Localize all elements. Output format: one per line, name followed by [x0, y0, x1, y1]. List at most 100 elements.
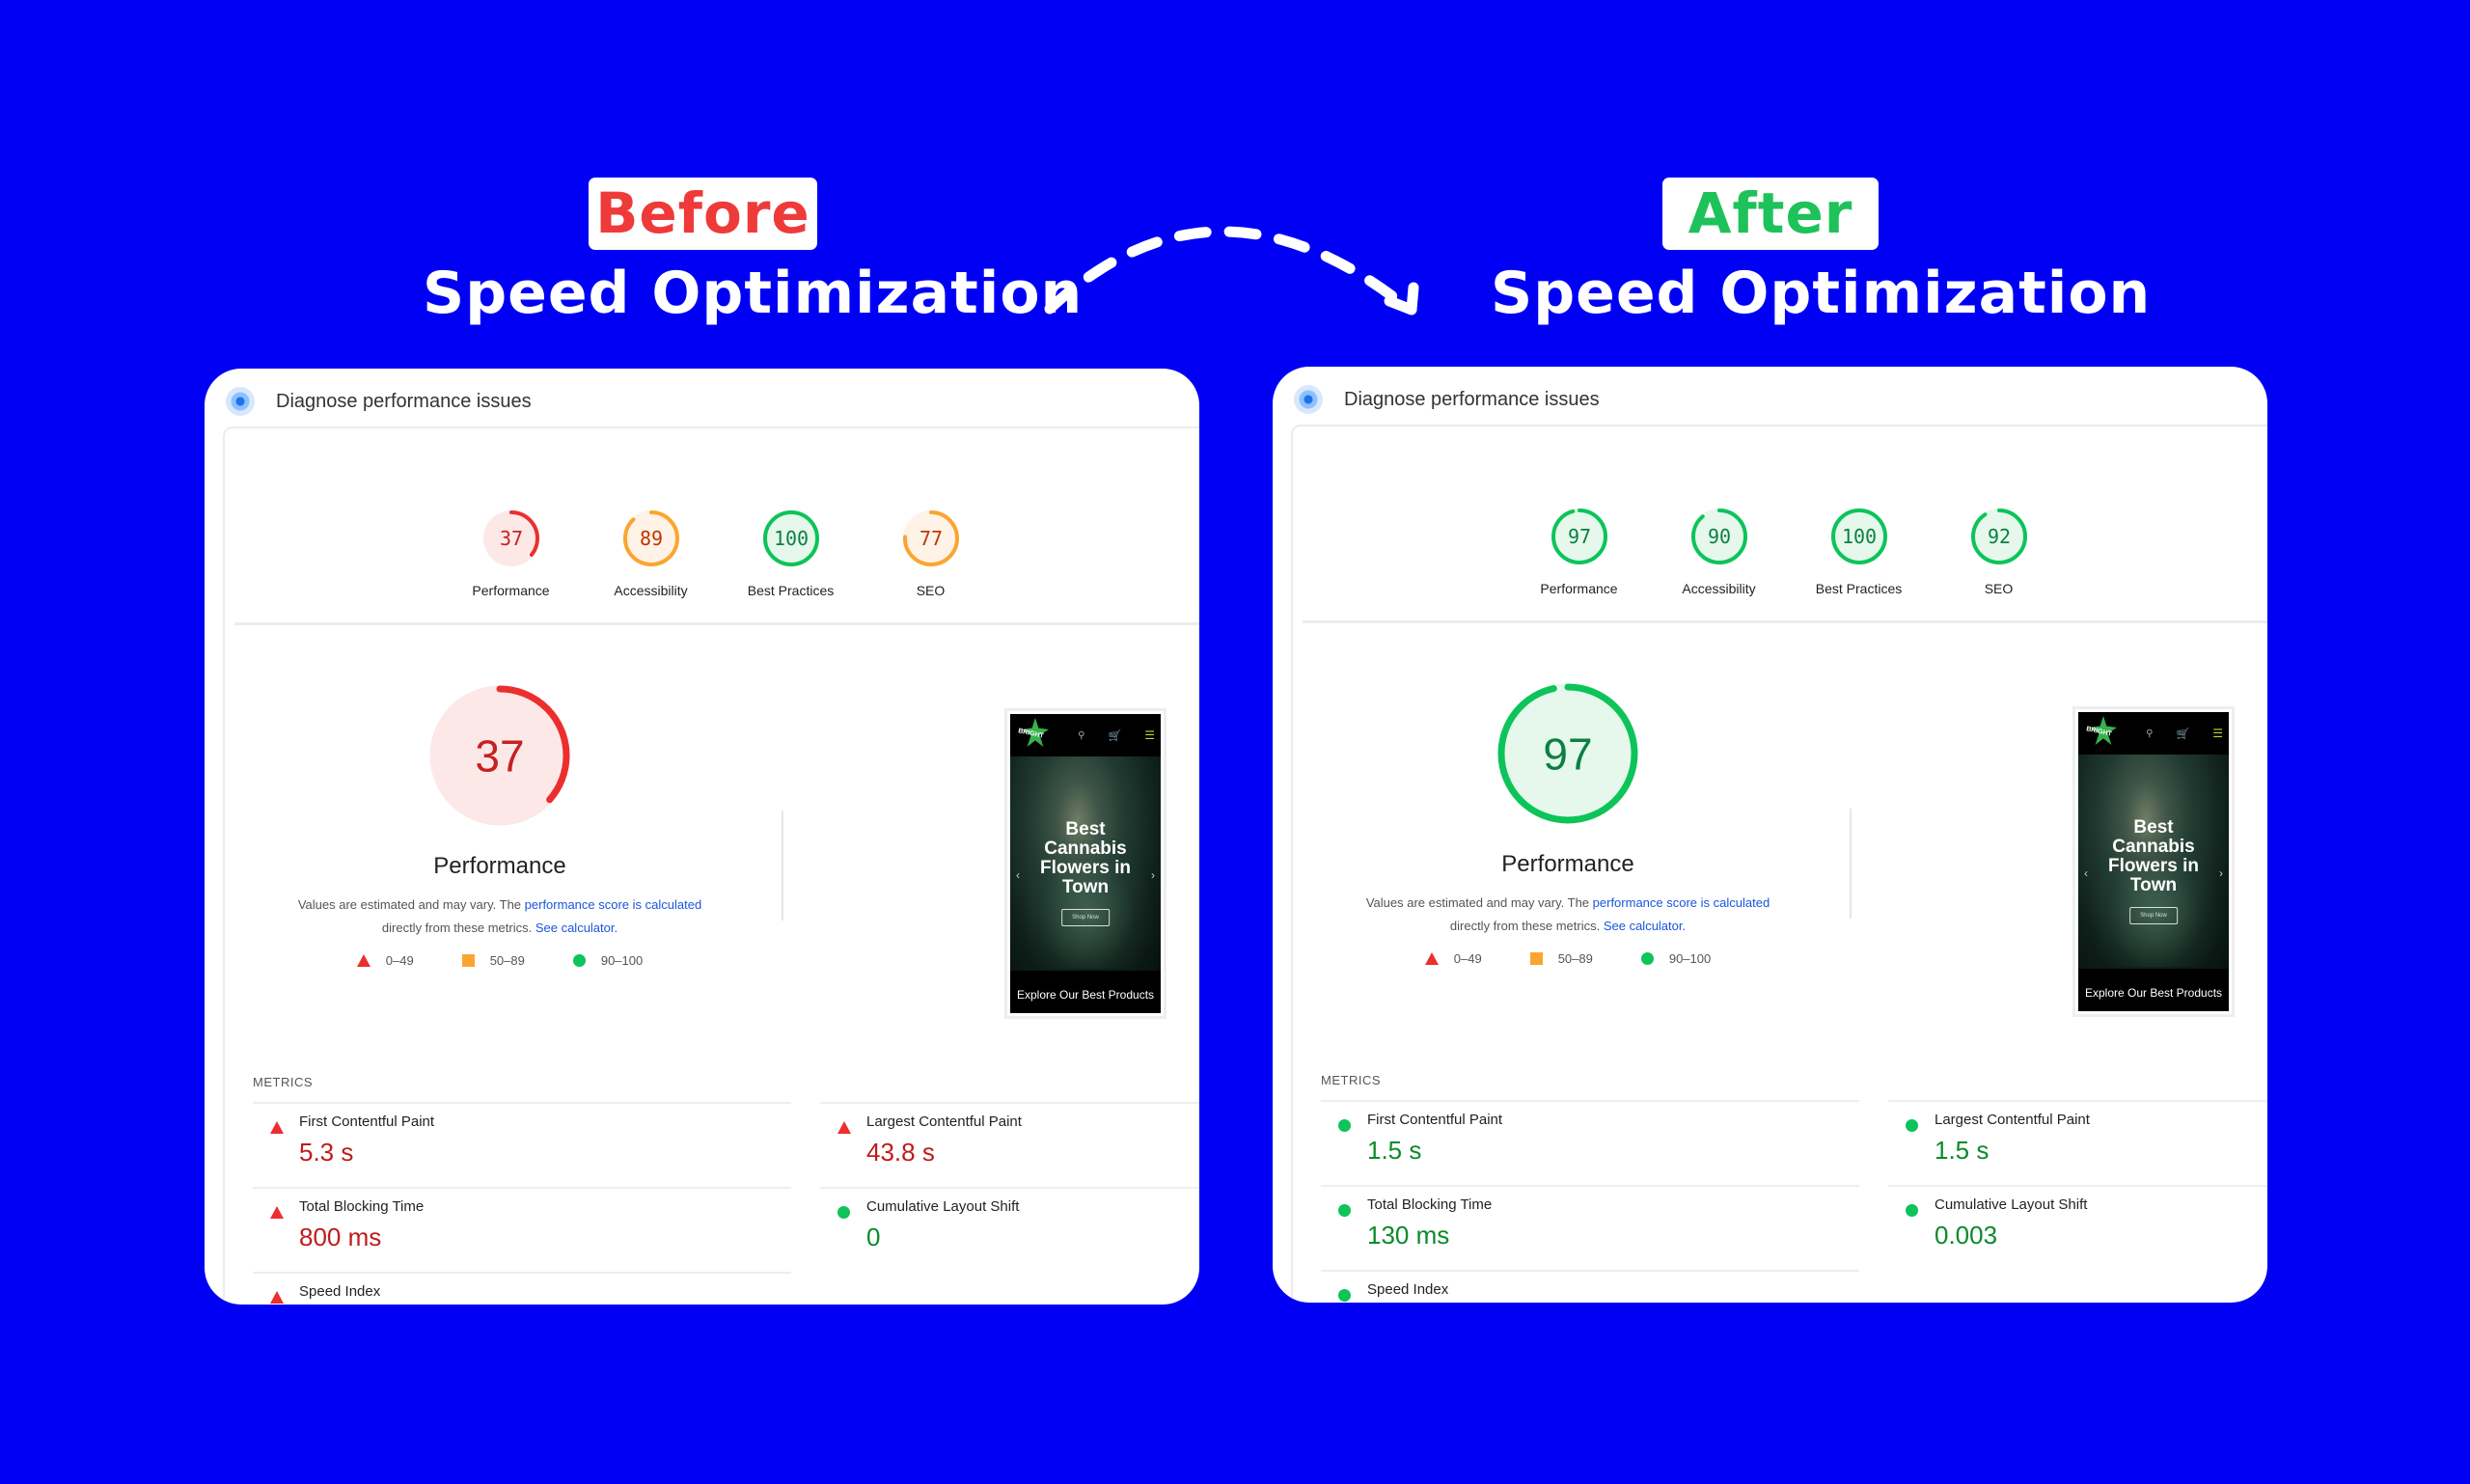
- category-label: Best Practices: [1815, 581, 1903, 596]
- metric-row: Speed Index19.8 s: [253, 1272, 791, 1305]
- hero-banner: Best Cannabis Flowers in Town ‹ › Shop N…: [2078, 755, 2229, 969]
- triangle-icon: [837, 1121, 851, 1134]
- cart-icon: 🛒: [2176, 728, 2190, 740]
- hero-line: Best: [1065, 819, 1106, 839]
- hero-banner: Best Cannabis Flowers in Town ‹ › Shop N…: [1010, 756, 1161, 971]
- category-label: Performance: [1540, 581, 1618, 596]
- triangle-icon: [1424, 952, 1439, 965]
- circle-icon: [1640, 952, 1654, 965]
- page-screenshot[interactable]: BRIGHT ⚲ 🛒 ☰ Best Cannabis Flowers in To…: [2072, 706, 2235, 1017]
- gauge-score: 90: [1707, 525, 1730, 548]
- metric-row: Largest Contentful Paint 1.5 s: [1888, 1100, 2267, 1185]
- square-icon: [461, 954, 475, 967]
- metric-name: Speed Index: [1367, 1281, 1449, 1298]
- hero-line: Best: [2133, 817, 2174, 838]
- metric-row: Cumulative Layout Shift 0: [820, 1187, 1199, 1272]
- diagnose-icon: [226, 387, 255, 416]
- metric-name: First Contentful Paint: [1367, 1112, 1503, 1128]
- metric-name: First Contentful Paint: [299, 1113, 435, 1130]
- performance-summary: 37 Performance Values are estimated and …: [263, 681, 736, 968]
- legend-fail-label: 0–49: [385, 953, 414, 968]
- metric-name: Total Blocking Time: [1367, 1196, 1493, 1213]
- after-report-card: Diagnose performance issues 97 Performanc…: [1273, 367, 2267, 1303]
- explore-heading: Explore Our Best Products: [2084, 986, 2223, 1000]
- score-legend: 0–49 50–89 90–100: [263, 953, 736, 968]
- metrics-label: METRICS: [253, 1075, 313, 1089]
- site-logo: BRIGHT: [1016, 718, 1055, 753]
- metric-value: 43.8 s: [866, 1138, 935, 1167]
- divider: [1303, 620, 2267, 623]
- desc-text-2: directly from these metrics.: [381, 921, 535, 935]
- gauge-score: 92: [1987, 525, 2010, 548]
- score-calculated-link[interactable]: performance score is calculated: [1593, 895, 1770, 910]
- site-nav: BRIGHT ⚲ 🛒 ☰: [1010, 714, 1161, 756]
- triangle-icon: [270, 1121, 284, 1134]
- metric-row: Largest Contentful Paint 43.8 s: [820, 1102, 1199, 1187]
- metric-row: Speed Index3.3 s: [1321, 1270, 1859, 1303]
- legend-fail-label: 0–49: [1453, 951, 1482, 966]
- metric-row: Total Blocking Time 800 ms: [253, 1187, 791, 1272]
- hero-line: Town: [1061, 877, 1110, 897]
- category-label: Accessibility: [614, 583, 688, 598]
- hero-title: Best Cannabis Flowers in Town: [1010, 820, 1161, 897]
- desc-text: Values are estimated and may vary. The: [1365, 895, 1593, 910]
- legend-average-label: 50–89: [1557, 951, 1593, 966]
- category-gauge-best-practices[interactable]: 100 Best Practices: [721, 508, 861, 604]
- vertical-separator: [1850, 809, 1852, 919]
- metric-row: First Contentful Paint 5.3 s: [253, 1102, 791, 1187]
- performance-summary: 97 Performance Values are estimated and …: [1331, 679, 1804, 966]
- category-gauge-seo[interactable]: 92 SEO: [1929, 506, 2069, 602]
- see-calculator-link[interactable]: See calculator.: [535, 921, 618, 935]
- category-gauge-performance[interactable]: 97 Performance: [1509, 506, 1649, 602]
- report-panel: 37 Performance 89 Accessibility 100 Best Prac…: [223, 426, 1199, 1305]
- metric-name: Largest Contentful Paint: [1935, 1112, 2090, 1128]
- card-header: Diagnose performance issues: [1294, 378, 1600, 421]
- metric-value: 1.5 s: [1367, 1136, 1422, 1165]
- legend-pass-label: 90–100: [600, 953, 644, 968]
- legend-pass: 90–100: [572, 953, 644, 968]
- shop-now-button: Shop Now: [1061, 909, 1110, 926]
- score-gauge: 90: [1690, 508, 1747, 564]
- score-gauge: 100: [762, 510, 819, 566]
- metrics-label: METRICS: [1321, 1073, 1381, 1087]
- performance-gauge: 97: [1497, 683, 1638, 824]
- metric-name: Cumulative Layout Shift: [866, 1198, 1020, 1215]
- card-header: Diagnose performance issues: [226, 380, 532, 423]
- score-calculated-link[interactable]: performance score is calculated: [525, 897, 702, 912]
- legend-pass: 90–100: [1640, 951, 1711, 966]
- metric-name: Speed Index: [299, 1283, 381, 1300]
- gauge-score: 37: [475, 731, 524, 782]
- desc-text-2: directly from these metrics.: [1449, 919, 1604, 933]
- performance-gauge: 37: [429, 685, 570, 826]
- gauge-score: 89: [639, 527, 662, 550]
- score-gauge: 92: [1970, 508, 2027, 564]
- gauge-score: 100: [773, 527, 808, 550]
- metric-value: 800 ms: [299, 1223, 382, 1251]
- before-tag: Before: [589, 178, 817, 250]
- metric-name: Largest Contentful Paint: [866, 1113, 1022, 1130]
- see-calculator-link[interactable]: See calculator.: [1604, 919, 1686, 933]
- metrics-grid: First Contentful Paint 1.5 s Largest Conte…: [1321, 1100, 2267, 1303]
- legend-fail: 0–49: [356, 953, 414, 968]
- metric-value: 130 ms: [1367, 1221, 1450, 1250]
- category-label: SEO: [916, 583, 946, 598]
- category-gauge-performance[interactable]: 37 Performance: [441, 508, 581, 604]
- chevron-right-icon: ›: [2219, 866, 2223, 880]
- category-label: Accessibility: [1682, 581, 1756, 596]
- vertical-separator: [782, 811, 783, 921]
- score-gauge: 89: [622, 510, 679, 566]
- gauge-score: 100: [1841, 525, 1876, 548]
- metric-value: 0.003: [1935, 1221, 1998, 1250]
- cart-icon: 🛒: [1108, 729, 1122, 742]
- page-screenshot[interactable]: BRIGHT ⚲ 🛒 ☰ Best Cannabis Flowers in To…: [1004, 708, 1166, 1019]
- circle-icon: [837, 1206, 850, 1219]
- category-gauge-best-practices[interactable]: 100 Best Practices: [1789, 506, 1929, 602]
- category-gauge-accessibility[interactable]: 90 Accessibility: [1649, 506, 1789, 602]
- gauge-score: 97: [1543, 729, 1592, 780]
- category-gauge-seo[interactable]: 77 SEO: [861, 508, 1001, 604]
- hero-line: Cannabis: [1044, 838, 1127, 859]
- category-gauge-accessibility[interactable]: 89 Accessibility: [581, 508, 721, 604]
- hero-line: Cannabis: [2112, 837, 2195, 857]
- metric-name: Total Blocking Time: [299, 1198, 425, 1215]
- search-icon: ⚲: [2146, 728, 2154, 739]
